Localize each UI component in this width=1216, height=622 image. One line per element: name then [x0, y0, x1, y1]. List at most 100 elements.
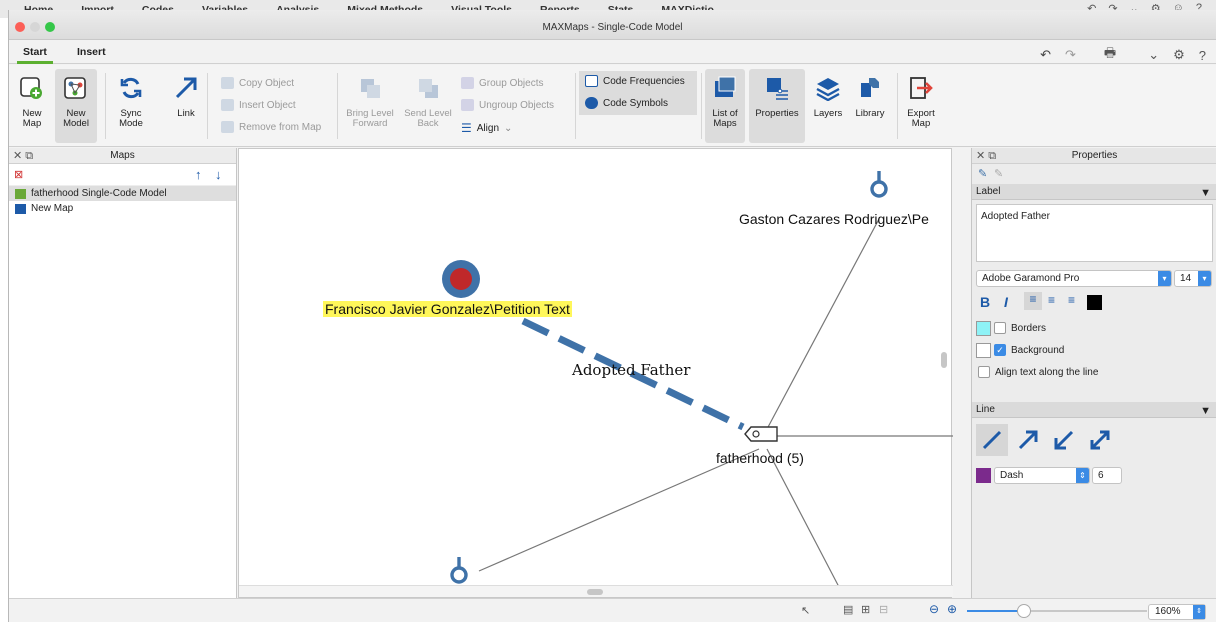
code-frequencies-toggle[interactable]: Code Frequencies [585, 75, 685, 87]
top-document-pin-icon[interactable] [870, 171, 888, 198]
line-style-select[interactable]: Dash ⇕ [994, 467, 1090, 484]
font-select[interactable]: Adobe Garamond Pro ▾ [976, 270, 1172, 287]
align-label: Align [476, 122, 500, 134]
tab-start[interactable]: Start [17, 46, 53, 64]
insert-object-button[interactable]: Insert Object [221, 99, 296, 111]
line-arrow-start-option[interactable] [1048, 424, 1080, 456]
ungroup-objects-button[interactable]: Ungroup Objects [461, 99, 554, 111]
text-color-swatch[interactable] [1087, 295, 1102, 310]
horizontal-scrollbar[interactable] [239, 585, 953, 597]
zoom-in-icon[interactable]: ⊕ [947, 602, 957, 616]
collapse-triangle-icon[interactable]: ▼ [1200, 185, 1211, 201]
zoom-slider-fill [967, 610, 1023, 612]
zoom-out-icon[interactable]: ⊖ [929, 602, 939, 616]
code-tag-icon[interactable] [744, 426, 778, 442]
align-dropdown[interactable]: ☰ Align ⌄ [461, 121, 512, 135]
layers-button[interactable]: Layers [809, 73, 847, 119]
link-line-top[interactable] [766, 218, 880, 430]
bring-level-forward-button[interactable]: Bring Level Forward [341, 73, 399, 129]
chevron-down-icon[interactable]: ⌄ [1148, 47, 1159, 63]
move-up-icon[interactable]: ↑ [195, 167, 202, 182]
bottom-document-pin-icon[interactable] [450, 557, 468, 584]
node-label-top[interactable]: Gaston Cazares Rodriguez\Pe [739, 211, 929, 227]
zoom-select[interactable]: 160% ⇕ [1148, 604, 1206, 620]
line-width-value: 6 [1098, 470, 1104, 481]
delete-map-icon[interactable]: ⊠ [14, 168, 23, 181]
copy-object-button[interactable]: Copy Object [221, 77, 294, 89]
map-list-item[interactable]: fatherhood Single-Code Model [9, 186, 236, 201]
align-text-checkbox-row[interactable]: Align text along the line [978, 366, 1098, 378]
background-checkbox[interactable]: ✓ [994, 344, 1006, 356]
help-icon[interactable]: ? [1199, 48, 1206, 63]
undo-icon[interactable]: ↶ [1040, 47, 1051, 63]
label-text-field[interactable]: Adopted Father [976, 204, 1213, 262]
horizontal-scroll-thumb[interactable] [587, 589, 603, 595]
layers-icon [813, 73, 843, 103]
align-right-icon[interactable]: ≡ [1068, 293, 1075, 307]
tab-insert[interactable]: Insert [77, 46, 106, 58]
gear-icon[interactable]: ⚙ [1173, 47, 1185, 63]
zoom-slider-thumb[interactable] [1017, 604, 1031, 618]
vertical-scroll-thumb[interactable] [941, 352, 947, 368]
line-width-stepper[interactable]: 6 [1092, 467, 1122, 484]
fit-all-icon[interactable]: ⊞ [861, 603, 870, 616]
properties-panel: ✕ ⧉ Properties ✎ ✎ Label ▼ Adopted Fathe… [971, 148, 1216, 598]
print-icon[interactable]: 🖶 [1104, 44, 1116, 66]
fit-page-icon[interactable]: ▤ [843, 603, 853, 616]
link-line-bottom-right[interactable] [766, 448, 840, 588]
fit-width-icon[interactable]: ⊟ [879, 603, 888, 616]
redo-icon[interactable]: ↷ [1065, 47, 1076, 63]
align-center-icon[interactable]: ≡ [1048, 293, 1055, 307]
bold-button[interactable]: B [980, 294, 990, 310]
code-label-center[interactable]: fatherhood (5) [716, 450, 804, 466]
background-checkbox-row[interactable]: ✓ Background [994, 344, 1064, 356]
new-map-button[interactable]: New Map [15, 73, 49, 129]
line-arrow-both-option[interactable] [1084, 424, 1116, 456]
format-painter-clear-icon[interactable]: ✎ [994, 167, 1003, 180]
font-size-select[interactable]: 14 ▾ [1174, 270, 1212, 287]
node-label-left[interactable]: Francisco Javier Gonzalez\Petition Text [323, 301, 572, 317]
group-objects-button[interactable]: Group Objects [461, 77, 543, 89]
format-painter-icon[interactable]: ✎ [978, 167, 987, 180]
export-map-button[interactable]: Export Map [903, 73, 939, 129]
code-frequencies-label: Code Frequencies [603, 75, 685, 87]
border-color-swatch[interactable] [976, 321, 991, 336]
pointer-tool-icon[interactable]: ↖ [801, 604, 810, 617]
map-list-item[interactable]: New Map [9, 201, 236, 216]
new-model-button[interactable]: New Model [55, 69, 97, 143]
library-button[interactable]: Library [849, 73, 891, 119]
link-arrow-icon [171, 73, 201, 103]
collapse-triangle-icon[interactable]: ▼ [1200, 403, 1211, 419]
background-color-swatch[interactable] [976, 343, 991, 358]
ribbon-separator [575, 73, 576, 139]
link-line-bottom-left[interactable] [478, 448, 760, 572]
line-section-title: Line [976, 404, 995, 415]
copy-icon [221, 77, 234, 89]
link-label-adopted-father[interactable]: Adopted Father [572, 361, 690, 379]
line-color-swatch[interactable] [976, 468, 991, 483]
sync-mode-button[interactable]: Sync Mode [113, 73, 149, 129]
borders-checkbox[interactable] [994, 322, 1006, 334]
borders-checkbox-row[interactable]: Borders [994, 322, 1046, 334]
align-left-icon[interactable]: ≡ [1024, 292, 1042, 310]
list-of-maps-button[interactable]: List of Maps [705, 69, 745, 143]
remove-from-map-button[interactable]: Remove from Map [221, 121, 321, 133]
align-text-checkbox[interactable] [978, 366, 990, 378]
ribbon-separator [897, 73, 898, 139]
line-arrow-end-option[interactable] [1012, 424, 1044, 456]
canvas-frame: Gaston Cazares Rodriguez\Pe Francisco Ja… [238, 148, 953, 598]
send-level-back-button[interactable]: Send Level Back [401, 73, 455, 129]
italic-button[interactable]: I [1004, 294, 1008, 310]
properties-button[interactable]: Properties [749, 69, 805, 143]
move-down-icon[interactable]: ↓ [215, 167, 222, 182]
properties-panel-header: ✕ ⧉ Properties [972, 148, 1216, 164]
code-symbols-toggle[interactable]: Code Symbols [585, 97, 668, 109]
line-section-header[interactable]: Line ▼ [972, 402, 1216, 418]
maps-panel-toolbar: ⊠ ↑ ↓ [9, 164, 236, 186]
line-plain-option[interactable] [976, 424, 1008, 456]
label-section-header[interactable]: Label ▼ [972, 184, 1216, 200]
link-button[interactable]: Link [171, 73, 201, 119]
new-model-icon [61, 73, 91, 103]
zoom-slider-track[interactable] [967, 604, 1147, 618]
map-canvas[interactable]: Gaston Cazares Rodriguez\Pe Francisco Ja… [238, 148, 953, 598]
